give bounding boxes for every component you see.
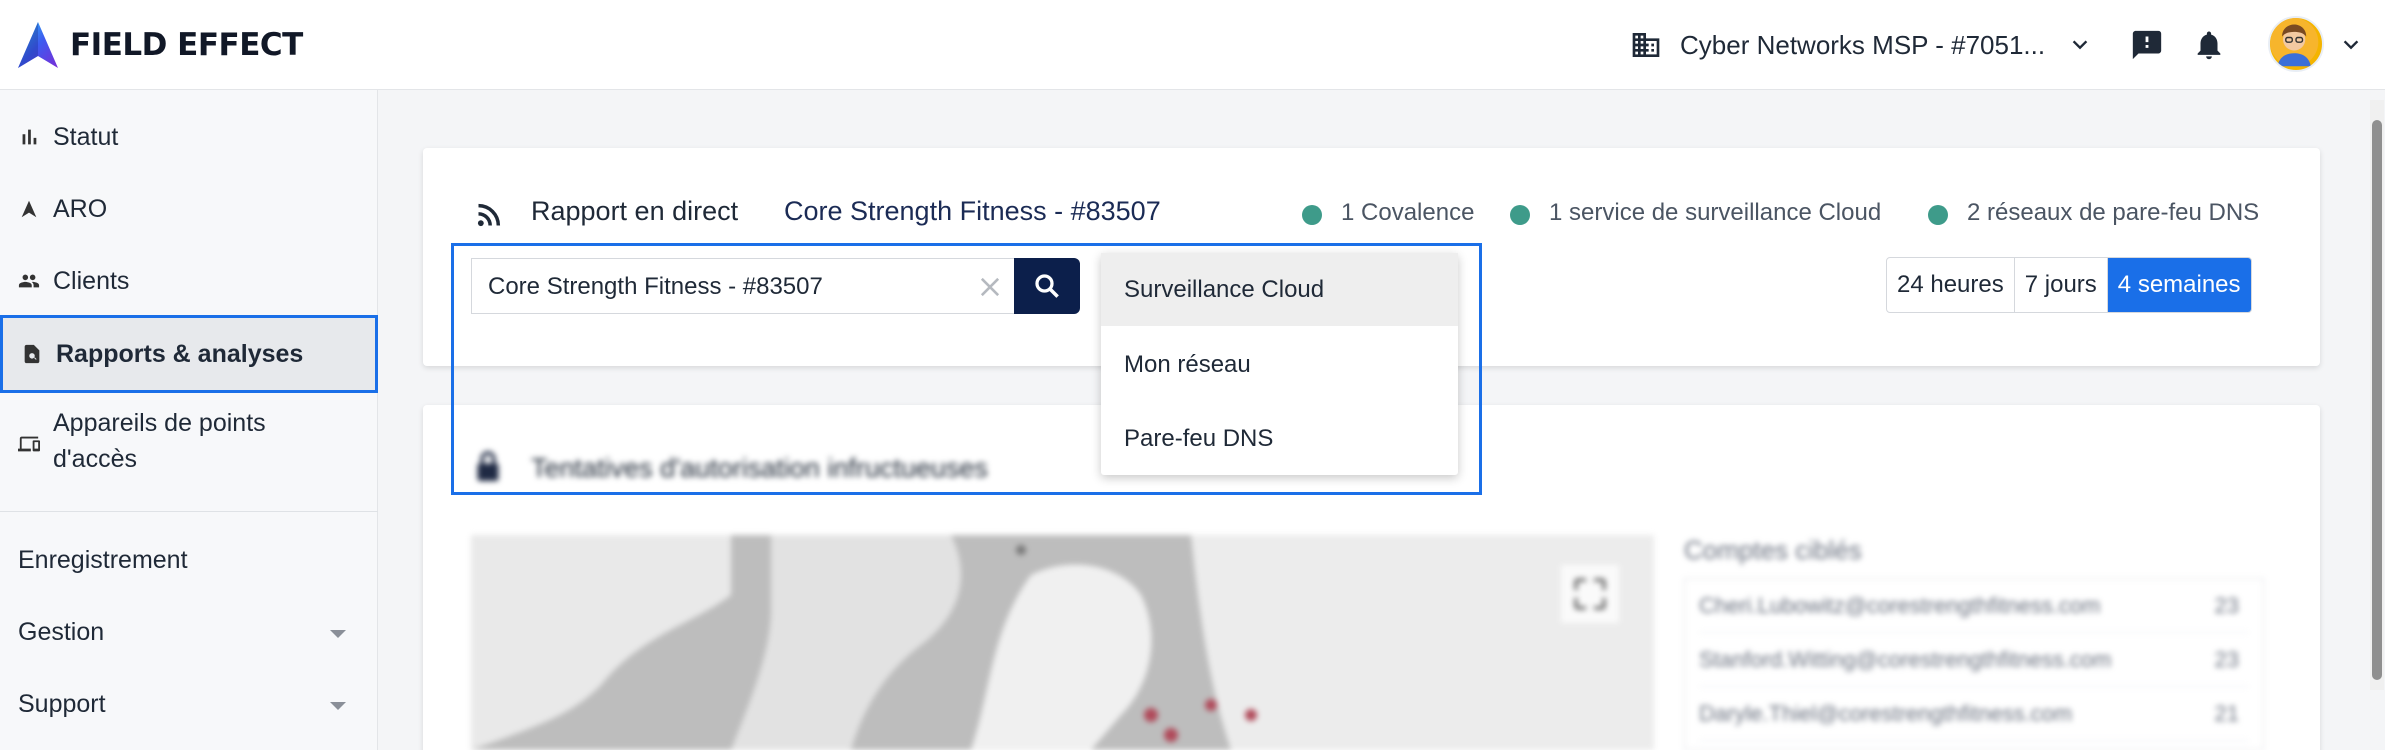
brand-logo[interactable]: FIELD EFFECT (16, 20, 303, 70)
sidebar-item-label: d'accès (53, 445, 137, 473)
sidebar-item-label: Appareils de points (53, 409, 266, 437)
targeted-accounts-list: Cheri.Lubowitz@corestrengthfitness.com 2… (1684, 578, 2264, 750)
account-count: 21 (2214, 700, 2239, 726)
list-item[interactable]: Cheri.Lubowitz@corestrengthfitness.com 2… (1699, 579, 2249, 633)
feedback-icon[interactable] (2130, 28, 2164, 62)
page-scrollbar-thumb[interactable] (2372, 120, 2382, 680)
people-icon (18, 274, 40, 288)
list-item[interactable]: Stanford.Witting@corestrengthfitness.com… (1699, 633, 2249, 687)
dropdown-option-dns-firewall[interactable]: Pare-feu DNS (1101, 402, 1458, 475)
top-bar: FIELD EFFECT Cyber Networks MSP - #7051.… (0, 0, 2385, 90)
status-dot (1302, 205, 1322, 225)
dropdown-option-cloud-monitoring[interactable]: Surveillance Cloud (1101, 253, 1458, 326)
building-icon (1632, 33, 1660, 57)
field-effect-logo-icon (18, 22, 58, 68)
avatar[interactable] (2268, 16, 2324, 72)
account-email: Cheri.Lubowitz@corestrengthfitness.com (1699, 592, 2101, 618)
org-switcher[interactable]: Cyber Networks MSP - #7051... (1630, 24, 2091, 66)
sidebar-item-registration[interactable]: Enregistrement (18, 546, 188, 575)
sidebar-item-aro[interactable]: ARO (0, 184, 378, 234)
sidebar-divider (0, 511, 378, 512)
list-item[interactable]: Daryle.Thiel@corestrengthfitness.com 21 (1699, 687, 2249, 741)
sidebar-item-endpoints[interactable]: Appareils de points d'accès (0, 403, 378, 485)
account-count: 23 (2214, 592, 2239, 618)
range-7d-button[interactable]: 7 jours (2015, 258, 2108, 312)
chevron-down-icon[interactable] (2340, 34, 2362, 56)
account-email: Daryle.Thiel@corestrengthfitness.com (1699, 700, 2073, 726)
org-name: Cyber Networks MSP - #7051... (1680, 29, 2046, 60)
rss-icon (477, 203, 501, 227)
bell-icon[interactable] (2192, 28, 2226, 62)
dropdown-option-my-network[interactable]: Mon réseau (1101, 328, 1458, 401)
chevron-down-icon[interactable] (330, 630, 346, 638)
targeted-accounts-title: Comptes ciblés (1684, 535, 1862, 565)
stat-covalence: 1 Covalence (1341, 199, 1475, 226)
world-map[interactable] (471, 535, 1654, 750)
data-source-dropdown: Surveillance Cloud Mon réseau Pare-feu D… (1101, 253, 1458, 475)
user-avatar-icon (2270, 18, 2319, 67)
sidebar-item-clients[interactable]: Clients (0, 256, 378, 306)
map-graphic (471, 535, 1654, 750)
chevron-down-icon[interactable] (2069, 34, 2091, 56)
sidebar: Statut ARO Clients Rapports & analyses A… (0, 90, 378, 750)
range-4w-button[interactable]: 4 semaines (2107, 258, 2251, 312)
report-client-name: Core Strength Fitness - #83507 (784, 196, 1161, 226)
status-dot (1510, 205, 1530, 225)
chevron-down-icon[interactable] (330, 702, 346, 710)
sidebar-item-label: Statut (53, 122, 119, 151)
bar-chart-icon (22, 129, 37, 145)
brand-name: FIELD EFFECT (70, 27, 303, 63)
devices-icon (18, 436, 40, 452)
stat-cloud-monitoring: 1 service de surveillance Cloud (1549, 199, 1882, 226)
sidebar-item-label: ARO (53, 194, 108, 223)
arrow-up-icon (21, 200, 37, 218)
range-24h-button[interactable]: 24 heures (1887, 258, 2015, 312)
time-range-selector: 24 heures 7 jours 4 semaines (1886, 257, 2252, 313)
report-title: Rapport en direct (531, 196, 739, 226)
sidebar-item-label: Clients (53, 266, 130, 295)
report-icon (24, 344, 40, 364)
sidebar-item-management[interactable]: Gestion (18, 618, 104, 647)
status-dot (1928, 205, 1948, 225)
stat-dns-firewall: 2 réseaux de pare-feu DNS (1967, 199, 2260, 226)
account-count: 23 (2214, 646, 2239, 672)
account-email: Stanford.Witting@corestrengthfitness.com (1699, 646, 2112, 672)
sidebar-item-status[interactable]: Statut (0, 112, 378, 162)
sidebar-item-support[interactable]: Support (18, 690, 106, 719)
sidebar-item-reports[interactable]: Rapports & analyses (0, 315, 378, 393)
sidebar-item-label: Rapports & analyses (56, 339, 304, 368)
